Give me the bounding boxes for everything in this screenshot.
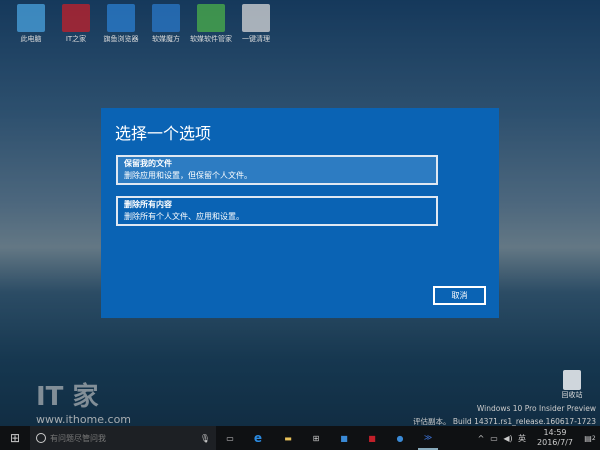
task-view-icon[interactable]: ▭ [220, 426, 240, 450]
clock[interactable]: 14:59 2016/7/7 [530, 428, 580, 448]
app-icon [107, 4, 135, 32]
desktop-icon[interactable]: IT之家 [53, 4, 99, 44]
recycle-bin-icon [563, 370, 581, 390]
input-method[interactable]: 英 [516, 426, 528, 450]
watermark-site: www.ithome.com [36, 413, 132, 426]
reset-options-dialog: 选择一个选项 保留我的文件 删除应用和设置，但保留个人文件。 删除所有内容 删除所有… [101, 108, 499, 318]
start-button[interactable]: ⊞ [0, 426, 30, 450]
desktop-icon[interactable]: 一键清理 [233, 4, 279, 44]
dialog-title: 选择一个选项 [115, 124, 212, 143]
cortana-icon [36, 433, 46, 443]
desktop-icon[interactable]: 旗鱼浏览器 [98, 4, 144, 44]
show-hidden-icons[interactable]: ^ [476, 426, 486, 450]
recycle-bin[interactable]: 回收站 [552, 370, 592, 400]
volume-icon[interactable]: ◀) [502, 426, 514, 450]
app-icon [17, 4, 45, 32]
app-icon [197, 4, 225, 32]
browser-icon[interactable]: ● [390, 426, 410, 450]
microphone-icon[interactable]: 🎙 [200, 434, 210, 443]
build-info-line1: Windows 10 Pro Insider Preview [476, 404, 596, 413]
app-icon [242, 4, 270, 32]
desktop-icon[interactable]: 软媒软件管家 [188, 4, 234, 44]
search-box[interactable]: 有问题尽管问我 🎙 [30, 426, 216, 450]
app-icon [62, 4, 90, 32]
ruanmei-mofang-icon[interactable]: ■ [334, 426, 354, 450]
store-icon[interactable]: ⊞ [306, 426, 326, 450]
network-icon[interactable]: ▭ [488, 426, 500, 450]
ithome-app-icon[interactable]: ■ [362, 426, 382, 450]
powershell-icon[interactable]: ≫ [418, 426, 438, 450]
desktop-icon[interactable]: 此电脑 [8, 4, 54, 44]
action-center-icon[interactable]: ▤ 2 [580, 426, 600, 450]
cancel-button[interactable]: 取消 [433, 286, 486, 305]
taskbar: ⊞ 有问题尽管问我 🎙 ▭ e ▬ ⊞ ■ ■ ● ≫ ^ ▭ ◀) 英 14:… [0, 426, 600, 450]
app-icon [152, 4, 180, 32]
desktop-icon[interactable]: 软媒魔方 [143, 4, 189, 44]
option-remove-everything[interactable]: 删除所有内容 删除所有个人文件、应用和设置。 [116, 196, 438, 226]
ithome-watermark: IT 家 www.ithome.com [36, 382, 132, 426]
edge-icon[interactable]: e [248, 426, 268, 450]
option-keep-files[interactable]: 保留我的文件 删除应用和设置，但保留个人文件。 [116, 155, 438, 185]
file-explorer-icon[interactable]: ▬ [278, 426, 298, 450]
